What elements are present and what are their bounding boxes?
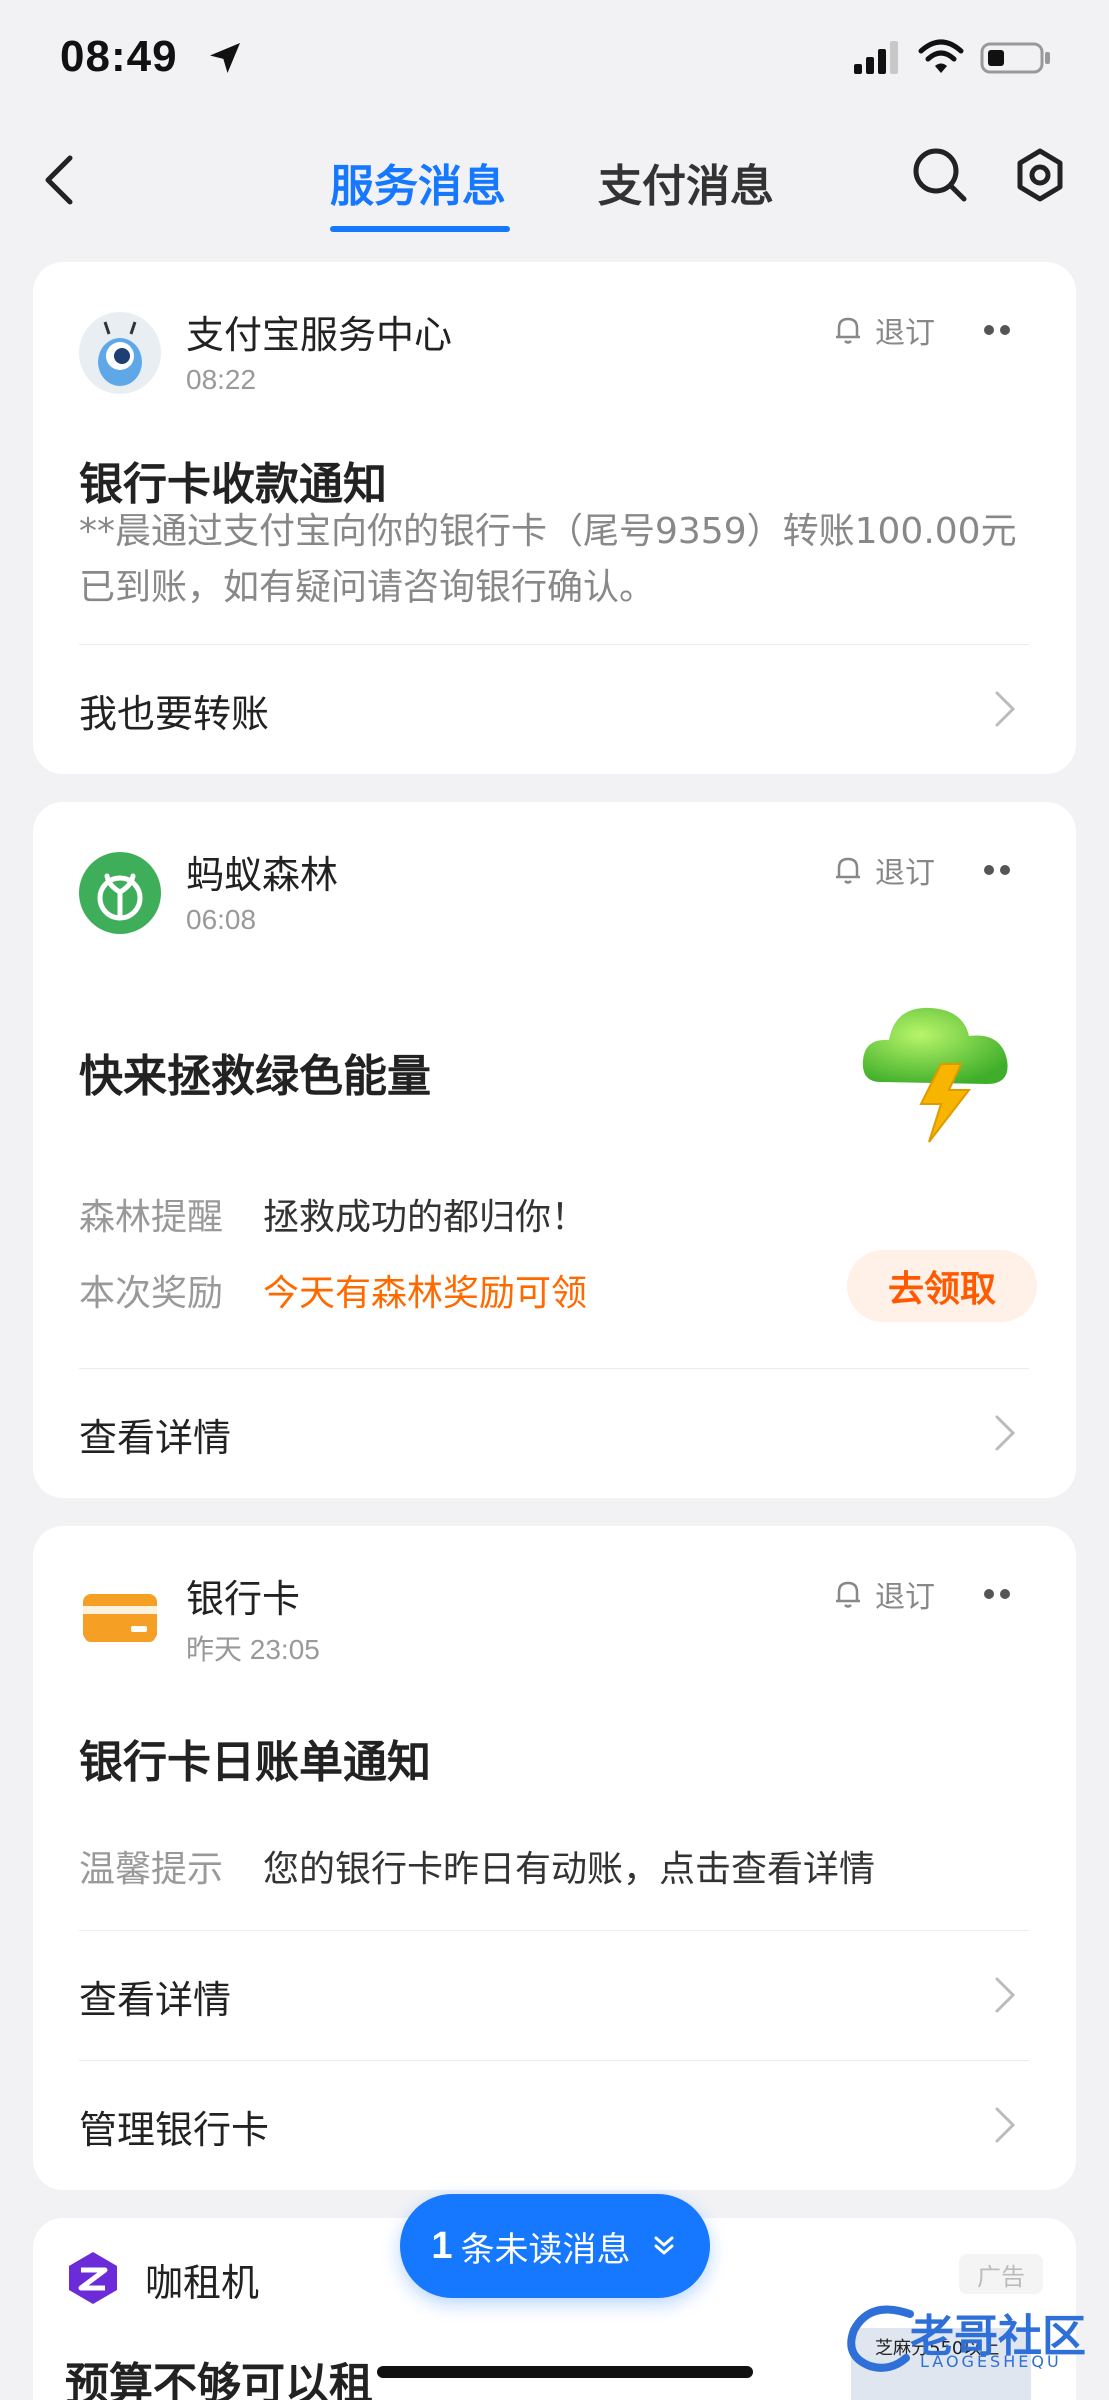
wifi-icon xyxy=(918,39,964,73)
battery-icon xyxy=(980,42,1050,74)
tab-service-messages[interactable]: 服务消息 xyxy=(330,150,506,214)
message-time: 06:08 xyxy=(186,904,257,935)
kv-key: 本次奖励 xyxy=(79,1273,224,1314)
claim-reward-button[interactable]: 去领取 xyxy=(847,1250,1037,1322)
bank-card-avatar xyxy=(79,1576,161,1658)
ad-title: 预算不够可以租 xyxy=(65,2359,373,2400)
search-icon[interactable] xyxy=(910,145,970,205)
unread-label: 条未读消息 xyxy=(460,2229,631,2270)
location-arrow-icon xyxy=(210,43,240,73)
ad-tag[interactable]: 广告 xyxy=(959,2254,1043,2294)
chevron-double-down-icon xyxy=(654,2236,674,2255)
green-energy-cloud-icon xyxy=(862,1007,1008,1143)
message-title: 快来拯救绿色能量 xyxy=(79,1051,431,1102)
tab-payment-messages[interactable]: 支付消息 xyxy=(598,150,774,214)
kv-key: 温馨提示 xyxy=(79,1849,224,1890)
sender-name: 支付宝服务中心 xyxy=(186,313,453,357)
back-arrow-icon[interactable] xyxy=(40,150,80,210)
sender-name: 蚂蚁森林 xyxy=(186,853,339,897)
message-title: 银行卡收款通知 xyxy=(79,459,387,510)
unsubscribe-button[interactable]: 退订 xyxy=(831,1574,935,1615)
action-label: 管理银行卡 xyxy=(79,2108,270,2152)
manage-bank-card-row[interactable]: 管理银行卡 xyxy=(33,2061,1076,2189)
message-card-forest[interactable]: 蚂蚁森林 06:08 退订 快来拯救绿色能量 森林提醒 拯救成功的都归你！ 本次… xyxy=(33,802,1076,1498)
bell-icon xyxy=(836,317,860,344)
watermark-subtext: LAOGESHEQU xyxy=(920,2352,1062,2371)
ad-tag-label: 广告 xyxy=(977,2262,1025,2291)
message-title: 银行卡日账单通知 xyxy=(79,1737,431,1788)
view-details-row[interactable]: 查看详情 xyxy=(33,1369,1076,1497)
more-options-icon[interactable] xyxy=(977,858,1017,882)
unsubscribe-label: 退订 xyxy=(875,856,935,891)
top-nav: 服务消息 支付消息 xyxy=(0,130,1109,240)
chevron-right-icon xyxy=(995,1415,1016,1451)
message-body: **晨通过支付宝向你的银行卡（尾号9359）转账100.00元已到账，如有疑问请… xyxy=(79,511,1017,608)
unsubscribe-label: 退订 xyxy=(875,1580,935,1615)
ant-forest-avatar xyxy=(79,852,161,934)
unread-count: 1 xyxy=(431,2224,453,2267)
watermark: 老哥社区 LAOGESHEQU xyxy=(840,2300,1100,2390)
more-options-icon[interactable] xyxy=(977,318,1017,342)
kv-key: 森林提醒 xyxy=(79,1197,224,1238)
home-indicator xyxy=(377,2366,753,2378)
view-details-row[interactable]: 查看详情 xyxy=(33,1931,1076,2059)
bell-icon xyxy=(836,857,860,884)
chevron-right-icon xyxy=(995,691,1016,727)
unsubscribe-label: 退订 xyxy=(875,316,935,351)
watermark-dragon-icon xyxy=(847,2305,914,2372)
more-options-icon[interactable] xyxy=(977,1582,1017,1606)
transfer-action-row[interactable]: 我也要转账 xyxy=(33,645,1076,773)
chevron-right-icon xyxy=(995,1977,1016,2013)
kv-value: 您的银行卡昨日有动账，点击查看详情 xyxy=(263,1849,876,1890)
sender-name: 咖租机 xyxy=(145,2261,260,2305)
kv-value: 拯救成功的都归你！ xyxy=(263,1197,588,1238)
reward-value: 今天有森林奖励可领 xyxy=(263,1273,588,1314)
active-tab-indicator xyxy=(330,226,510,232)
message-time: 08:22 xyxy=(186,364,257,395)
unsubscribe-button[interactable]: 退订 xyxy=(831,310,935,351)
message-time: 昨天 23:05 xyxy=(186,1634,320,1665)
action-label: 查看详情 xyxy=(79,1978,232,2022)
unsubscribe-button[interactable]: 退订 xyxy=(831,850,935,891)
status-bar: 08:49 xyxy=(0,0,1109,120)
status-time: 08:49 xyxy=(60,32,178,81)
action-label: 查看详情 xyxy=(79,1416,232,1460)
message-card-bank[interactable]: 银行卡 昨天 23:05 退订 银行卡日账单通知 温馨提示 您的银行卡昨日有动账… xyxy=(33,1526,1076,2190)
action-label: 我也要转账 xyxy=(79,692,270,736)
brand-logo-icon xyxy=(69,2252,117,2304)
gear-icon[interactable] xyxy=(1010,145,1070,205)
sender-name: 银行卡 xyxy=(186,1577,301,1621)
alipay-service-avatar xyxy=(79,312,161,394)
cellular-signal-icon xyxy=(854,41,898,74)
bell-icon xyxy=(836,1581,860,1608)
unread-messages-button[interactable]: 1 条未读消息 xyxy=(400,2194,710,2298)
message-card-transfer[interactable]: 支付宝服务中心 08:22 退订 银行卡收款通知 **晨通过支付宝向你的银行卡（… xyxy=(33,262,1076,774)
chevron-right-icon xyxy=(995,2107,1016,2143)
